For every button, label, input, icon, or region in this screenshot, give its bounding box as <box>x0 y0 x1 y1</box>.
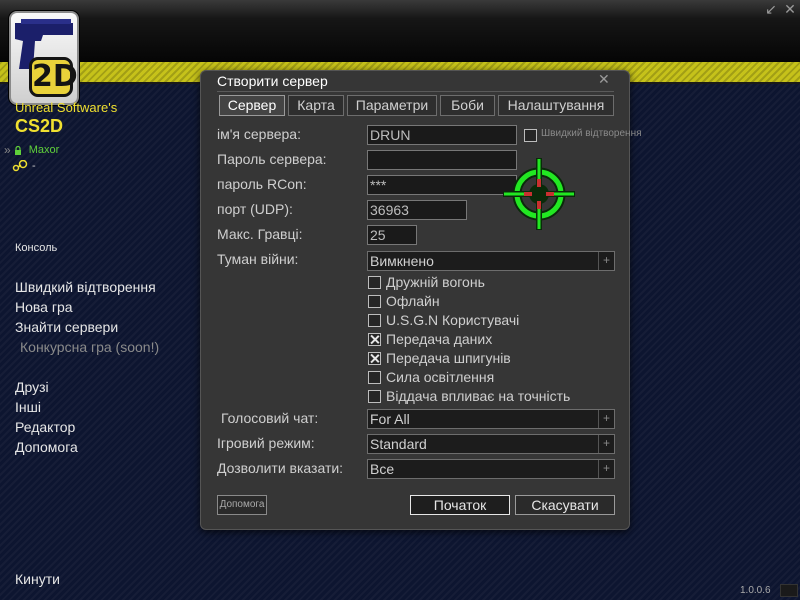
data-transfer-label: Передача даних <box>386 331 493 347</box>
cs2d-logo: 2D <box>9 11 79 105</box>
quick-play-checkbox-label: Швидкий відтворення <box>541 128 642 139</box>
plus-icon: + <box>598 435 614 453</box>
lock-icon <box>14 145 21 155</box>
username[interactable]: Maxor <box>29 144 60 156</box>
voice-chat-dropdown[interactable]: For All + <box>367 409 615 429</box>
dialog-title: Створити сервер <box>217 73 328 89</box>
double-chevron-icon: » <box>4 143 11 157</box>
menu-console[interactable]: Консоль <box>15 242 57 254</box>
company-name: Unreal Software's <box>15 100 118 115</box>
max-players-label: Макс. Гравці: <box>217 226 303 242</box>
game-name: CS2D <box>15 116 64 136</box>
help-button[interactable]: Допомога <box>217 495 267 515</box>
plus-icon: + <box>598 410 614 428</box>
menu-editor[interactable]: Редактор <box>15 419 75 435</box>
offline-label: Офлайн <box>386 293 440 309</box>
user-row: » Maxor <box>4 143 59 157</box>
light-strength-label: Сила освітлення <box>386 369 495 385</box>
server-password-label: Пароль сервера: <box>217 151 327 167</box>
steam-value: - <box>32 160 36 172</box>
minimize-arrow-icon[interactable]: ↙ <box>763 2 779 18</box>
tab-bots[interactable]: Боби <box>440 95 495 116</box>
data-transfer-checkbox[interactable] <box>368 333 381 346</box>
friendly-fire-checkbox[interactable] <box>368 276 381 289</box>
tab-map[interactable]: Карта <box>288 95 344 116</box>
game-mode-dropdown[interactable]: Standard + <box>367 434 615 454</box>
voice-chat-value: For All <box>370 411 410 427</box>
plus-icon: + <box>598 252 614 270</box>
quick-play-checkbox[interactable] <box>524 129 537 142</box>
game-mode-value: Standard <box>370 436 427 452</box>
recoil-accuracy-checkbox[interactable] <box>368 390 381 403</box>
port-label: порт (UDP): <box>217 201 293 217</box>
corner-box <box>780 584 798 597</box>
top-bar <box>0 0 800 62</box>
menu-new-game[interactable]: Нова гра <box>15 299 73 315</box>
game-mode-label: Ігровий режим: <box>217 435 315 451</box>
logo-2d-badge: 2D <box>29 57 77 97</box>
menu-quit[interactable]: Кинути <box>15 571 60 587</box>
server-name-input[interactable] <box>367 125 517 145</box>
steam-icon <box>12 160 28 172</box>
usgn-users-label: U.S.G.N Користувачі <box>386 312 520 328</box>
max-players-input[interactable] <box>367 225 417 245</box>
fog-of-war-label: Туман війни: <box>217 251 299 267</box>
close-icon[interactable]: ✕ <box>782 2 798 18</box>
start-button[interactable]: Початок <box>410 495 510 515</box>
rcon-password-label: пароль RCon: <box>217 176 307 192</box>
plus-icon: + <box>598 460 614 478</box>
menu-quick-play[interactable]: Швидкий відтворення <box>15 279 156 295</box>
port-input[interactable] <box>367 200 467 220</box>
cancel-button[interactable]: Скасувати <box>515 495 615 515</box>
fog-of-war-value: Вимкнено <box>370 253 434 269</box>
recoil-accuracy-label: Віддача впливає на точність <box>386 388 571 404</box>
server-name-label: ім'я сервера: <box>217 126 301 142</box>
allow-pointing-label: Дозволити вказати: <box>217 460 344 476</box>
spy-transfer-label: Передача шпигунів <box>386 350 511 366</box>
allow-pointing-dropdown[interactable]: Все + <box>367 459 615 479</box>
steam-row: - <box>12 160 36 172</box>
divider <box>217 91 614 92</box>
server-password-input[interactable] <box>367 150 517 170</box>
tab-preferences[interactable]: Налаштування <box>498 95 614 116</box>
menu-other[interactable]: Інші <box>15 399 41 415</box>
version-label: 1.0.0.6 <box>740 585 771 596</box>
friendly-fire-label: Дружній вогонь <box>386 274 485 290</box>
allow-pointing-value: Все <box>370 461 395 477</box>
menu-contest: Конкурсна гра (soon!) <box>20 339 160 355</box>
fog-of-war-dropdown[interactable]: Вимкнено + <box>367 251 615 271</box>
menu-friends[interactable]: Друзі <box>15 379 49 395</box>
menu-help[interactable]: Допомога <box>15 439 78 455</box>
usgn-users-checkbox[interactable] <box>368 314 381 327</box>
menu-find-servers[interactable]: Знайти сервери <box>15 319 118 335</box>
rcon-password-input[interactable] <box>367 175 517 195</box>
dialog-close-icon[interactable]: ✕ <box>598 72 610 88</box>
crosshair-icon <box>503 158 575 230</box>
light-strength-checkbox[interactable] <box>368 371 381 384</box>
tab-settings[interactable]: Параметри <box>347 95 437 116</box>
voice-chat-label: Голосовий чат: <box>221 410 319 426</box>
create-server-dialog: Створити сервер ✕ Сервер Карта Параметри… <box>200 70 642 530</box>
offline-checkbox[interactable] <box>368 295 381 308</box>
tab-server[interactable]: Сервер <box>219 95 285 116</box>
spy-transfer-checkbox[interactable] <box>368 352 381 365</box>
